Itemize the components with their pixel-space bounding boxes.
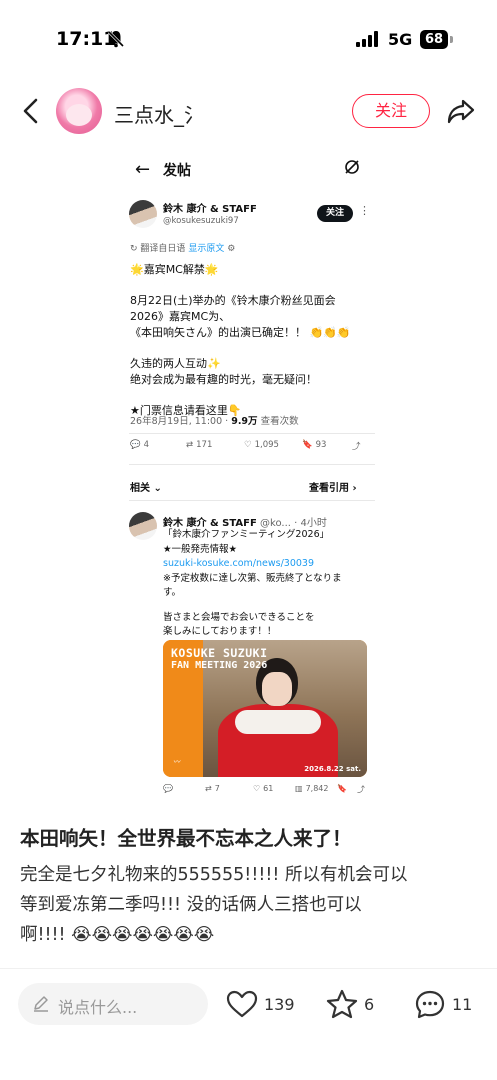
quoted-body: 「鈴木康介ファンミーティング2026」 ★一般発売情報★ suzuki-kosu… xyxy=(163,528,373,640)
tweet-header: ← 发帖 xyxy=(121,146,376,192)
collect-button[interactable]: 6 xyxy=(326,989,374,1019)
post-body-line: 完全是七夕礼物来的555555!!!!! 所以有机会可以 xyxy=(20,865,408,885)
retweet-count: 171 xyxy=(196,440,213,450)
tweet-line: 🌟嘉宾MC解禁🌟 xyxy=(130,263,219,276)
quoted-line: 皆さまと会場でお会いできることを xyxy=(163,611,315,623)
bookmark-icon: 🔖 xyxy=(302,440,313,450)
reply-count: 4 xyxy=(143,440,150,450)
comment-icon xyxy=(415,990,445,1019)
back-arrow-icon[interactable] xyxy=(18,96,46,126)
translate-row: ↻ 翻译自日语 显示原文 ⚙ xyxy=(130,241,235,254)
tweet-views: 9.9万 xyxy=(231,416,258,427)
fan-meeting-poster: KOSUKE SUZUKI FAN MEETING 2026 2026.8.22… xyxy=(163,640,367,777)
tweet-author-handle: @kosukesuzuki97 xyxy=(163,216,239,226)
quoted-line: 楽しみにしております！！ xyxy=(163,626,277,637)
translated-from: 翻译自日语 xyxy=(140,244,186,254)
show-original-link: 显示原文 xyxy=(188,244,225,254)
related-label: 相关 ⌄ xyxy=(130,483,162,494)
quoted-line: す。 xyxy=(163,587,182,598)
tweet-meta: 26年8月19日, 11:00 · 9.9万 查看次数 xyxy=(130,413,299,427)
quoted-line: 「鈴木康介ファンミーティング2026」 xyxy=(163,529,330,540)
comment-count: 11 xyxy=(452,994,473,1014)
tweet-body: 🌟嘉宾MC解禁🌟 8月22日(土)举办的《铃木康介粉丝见面会 2026》嘉宾MC… xyxy=(130,262,370,419)
tweet-time: 26年8月19日, 11:00 · xyxy=(130,416,232,427)
tweet-line: 绝对会成为最有趣的时光，毫无疑问！ xyxy=(130,373,317,386)
post-image[interactable]: ← 发帖 鈴木 康介 & STAFF @kosukesuzuki97 关注 ⋮ … xyxy=(121,146,376,806)
quoted-views-count: 7,842 xyxy=(305,784,329,793)
comment-placeholder: 说点什么... xyxy=(58,998,138,1017)
author-username[interactable]: 三点水_氵 xyxy=(114,99,344,128)
follow-button[interactable]: 关注 xyxy=(352,94,430,128)
like-icon: ♡ xyxy=(244,440,252,450)
poster-signature: 〰 xyxy=(173,758,180,766)
bookmark-count: 93 xyxy=(315,440,327,450)
tweet-views-label: 查看次数 xyxy=(257,416,299,427)
post-title: 本田响矢！全世界最不忘本之人来了！ xyxy=(20,827,352,850)
tweet-author-avatar xyxy=(129,200,157,228)
quoted-line: ★一般発売情報★ xyxy=(163,543,238,555)
comment-button[interactable]: 11 xyxy=(414,989,472,1019)
tweet-line: 8月22日(土)举办的《铃木康介粉丝见面会 xyxy=(130,294,336,307)
tweet-author-name: 鈴木 康介 & STAFF xyxy=(163,204,257,215)
tweet-line: 《本田响矢さん》的出演已确定！！ 👏👏👏 xyxy=(130,326,351,339)
sync-icon xyxy=(343,158,361,180)
reply-icon: 💬 xyxy=(130,440,141,450)
views-icon: ▥ xyxy=(295,784,303,793)
tweet-line: 久违的两人互动✨ xyxy=(130,357,221,370)
quoted-like-count: 61 xyxy=(263,784,274,793)
quoted-actions: 💬 ⇄ 7 ♡ 61 ▥ 7,842 🔖 ⤴ xyxy=(163,784,373,798)
quoted-link: suzuki-kosuke.com/news/30039 xyxy=(163,558,315,569)
tweet-back-icon: ← xyxy=(135,159,151,180)
post-header: 三点水_氵 关注 xyxy=(0,80,497,142)
bottom-action-bar: 说点什么... 139 6 11 xyxy=(0,968,497,1080)
battery-cap xyxy=(450,36,453,43)
poster-date: 2026.8.22 sat. xyxy=(304,765,361,773)
quoted-retweet-count: 7 xyxy=(214,784,220,793)
pen-icon xyxy=(32,994,50,1016)
quoted-author-avatar xyxy=(129,512,157,540)
like-icon: ♡ xyxy=(253,784,261,793)
retweet-icon: ⇄ xyxy=(205,784,212,793)
like-count: 1,095 xyxy=(254,440,279,450)
post-body-line: 啊!!!! 😭😭😭😭😭😭😭 xyxy=(20,925,215,945)
quoted-line: ※予定枚数に達し次第、販売終了となりま xyxy=(163,572,342,584)
like-count: 139 xyxy=(264,994,295,1014)
gear-icon: ⚙ xyxy=(227,244,236,254)
comment-input[interactable]: 说点什么... xyxy=(18,983,208,1025)
share-icon[interactable] xyxy=(446,96,476,130)
battery-level: 68 xyxy=(420,30,448,49)
tweet-line: 2026》嘉宾MC为、 xyxy=(130,310,231,323)
translate-icon: ↻ xyxy=(130,244,138,254)
tweet-header-title: 发帖 xyxy=(163,163,191,179)
share-small-icon: ⤴ xyxy=(357,785,365,794)
bookmark-icon: 🔖 xyxy=(337,784,347,793)
signal-icon xyxy=(356,31,380,51)
heart-icon xyxy=(226,990,258,1018)
status-bar: 17:11 5G 68 xyxy=(0,0,497,80)
quoted-author: 鈴木 康介 & STAFF @ko... · 4小时 xyxy=(163,514,327,529)
post-body-line: 等到爱冻第二季吗!!! 没的话俩人三搭也可以 xyxy=(20,895,362,915)
poster-subtitle: FAN MEETING 2026 xyxy=(171,660,268,671)
tweet-follow-button: 关注 xyxy=(317,205,353,222)
network-type: 5G xyxy=(388,30,413,49)
poster-title: KOSUKE SUZUKI xyxy=(171,646,268,660)
reply-icon: 💬 xyxy=(163,784,173,793)
more-icon: ⋮ xyxy=(359,204,370,217)
like-button[interactable]: 139 xyxy=(226,989,295,1019)
post-body: 完全是七夕礼物来的555555!!!!! 所以有机会可以 等到爱冻第二季吗!!!… xyxy=(20,860,480,950)
share-small-icon: ⤴ xyxy=(352,442,361,452)
star-count: 6 xyxy=(364,994,375,1014)
author-avatar[interactable] xyxy=(56,88,102,134)
tweet-actions: 💬 4 ⇄ 171 ♡ 1,095 🔖 93 ⤴ xyxy=(130,440,370,456)
view-quotes-link: 查看引用 › xyxy=(309,483,357,494)
bell-muted-icon xyxy=(107,30,125,52)
star-icon xyxy=(326,989,358,1019)
retweet-icon: ⇄ xyxy=(186,440,194,450)
